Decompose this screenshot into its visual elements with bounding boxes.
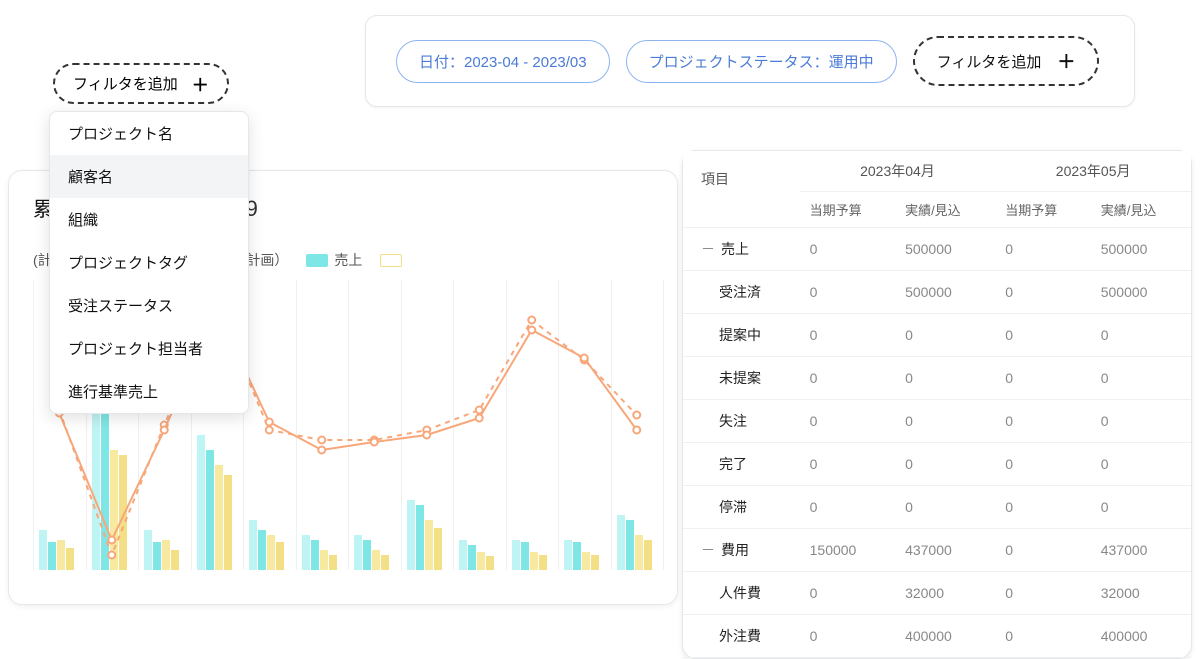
cell-value: 400000 bbox=[1091, 615, 1191, 658]
row-name[interactable]: －費用 bbox=[683, 529, 800, 572]
cell-value: 32000 bbox=[895, 572, 995, 615]
cell-value: 0 bbox=[995, 400, 1090, 443]
row-name: 提案中 bbox=[683, 314, 800, 357]
cell-value: 150000 bbox=[800, 529, 895, 572]
cell-value: 0 bbox=[800, 314, 895, 357]
cell-value: 437000 bbox=[1091, 529, 1191, 572]
row-name: 人件費 bbox=[683, 572, 800, 615]
filter-option[interactable]: プロジェクト名 bbox=[50, 112, 248, 155]
cell-value: 0 bbox=[800, 228, 895, 271]
cell-value: 0 bbox=[1091, 400, 1191, 443]
add-filter-label: フィルタを追加 bbox=[937, 51, 1042, 72]
cell-value: 0 bbox=[1091, 314, 1191, 357]
cell-value: 0 bbox=[1091, 486, 1191, 529]
cell-value: 500000 bbox=[895, 271, 995, 314]
filter-option[interactable]: 組織 bbox=[50, 198, 248, 241]
legend-sales: 売上 bbox=[306, 250, 362, 270]
cell-value: 0 bbox=[995, 271, 1090, 314]
cell-value: 0 bbox=[800, 400, 895, 443]
cell-value: 500000 bbox=[1091, 271, 1191, 314]
filter-option[interactable]: 顧客名 bbox=[50, 155, 248, 198]
row-name: 外注費 bbox=[683, 615, 800, 658]
cell-value: 0 bbox=[995, 314, 1090, 357]
plus-icon: ＋ bbox=[192, 71, 209, 96]
cell-value: 0 bbox=[995, 529, 1090, 572]
cell-value: 0 bbox=[895, 486, 995, 529]
col-item: 項目 bbox=[683, 151, 800, 228]
status-filter-chip[interactable]: プロジェクトステータス：運用中 bbox=[626, 40, 897, 83]
collapse-icon[interactable]: － bbox=[701, 540, 715, 560]
filter-option[interactable]: プロジェクト担当者 bbox=[50, 327, 248, 370]
subcol: 実績/見込 bbox=[895, 192, 995, 228]
cell-value: 0 bbox=[800, 486, 895, 529]
row-name[interactable]: －売上 bbox=[683, 228, 800, 271]
cell-value: 0 bbox=[995, 615, 1090, 658]
cell-value: 0 bbox=[895, 314, 995, 357]
filter-option[interactable]: 受注ステータス bbox=[50, 284, 248, 327]
subcol: 実績/見込 bbox=[1091, 192, 1191, 228]
row-name: 失注 bbox=[683, 400, 800, 443]
cell-value: 0 bbox=[995, 228, 1090, 271]
add-filter-small-label: フィルタを追加 bbox=[73, 73, 178, 94]
filter-option[interactable]: プロジェクトタグ bbox=[50, 241, 248, 284]
table-row: 完了0000 bbox=[683, 443, 1191, 486]
cell-value: 0 bbox=[800, 271, 895, 314]
row-name: 未提案 bbox=[683, 357, 800, 400]
table-row: －費用1500004370000437000 bbox=[683, 529, 1191, 572]
cell-value: 0 bbox=[895, 357, 995, 400]
cell-value: 0 bbox=[995, 443, 1090, 486]
cell-value: 437000 bbox=[895, 529, 995, 572]
row-name: 受注済 bbox=[683, 271, 800, 314]
cell-value: 500000 bbox=[1091, 228, 1191, 271]
cell-value: 0 bbox=[895, 400, 995, 443]
row-name: 完了 bbox=[683, 443, 800, 486]
cell-value: 0 bbox=[895, 443, 995, 486]
subcol: 当期予算 bbox=[800, 192, 895, 228]
cell-value: 400000 bbox=[895, 615, 995, 658]
filter-option[interactable]: 進行基準売上 bbox=[50, 370, 248, 413]
date-filter-chip[interactable]: 日付：2023-04 - 2023/03 bbox=[396, 40, 610, 83]
col-month-1: 2023年04月 bbox=[800, 151, 996, 192]
table-row: 停滞0000 bbox=[683, 486, 1191, 529]
table-row: 失注0000 bbox=[683, 400, 1191, 443]
filter-dropdown: プロジェクト名顧客名組織プロジェクトタグ受注ステータスプロジェクト担当者進行基準… bbox=[49, 111, 249, 414]
cell-value: 0 bbox=[800, 443, 895, 486]
table-row: －売上05000000500000 bbox=[683, 228, 1191, 271]
collapse-icon[interactable]: － bbox=[701, 239, 715, 259]
row-name: 停滞 bbox=[683, 486, 800, 529]
cell-value: 32000 bbox=[1091, 572, 1191, 615]
add-filter-small-wrapper: フィルタを追加 ＋ プロジェクト名顧客名組織プロジェクトタグ受注ステータスプロジ… bbox=[53, 63, 229, 104]
add-filter-button[interactable]: フィルタを追加 ＋ bbox=[913, 36, 1100, 86]
cell-value: 0 bbox=[800, 615, 895, 658]
cell-value: 0 bbox=[800, 357, 895, 400]
table-row: 人件費032000032000 bbox=[683, 572, 1191, 615]
table-row: 受注済05000000500000 bbox=[683, 271, 1191, 314]
cell-value: 0 bbox=[800, 572, 895, 615]
cell-value: 0 bbox=[995, 572, 1090, 615]
table-row: 未提案0000 bbox=[683, 357, 1191, 400]
cell-value: 0 bbox=[995, 486, 1090, 529]
add-filter-small-button[interactable]: フィルタを追加 ＋ bbox=[53, 63, 229, 104]
legend-yellow bbox=[380, 254, 402, 267]
cell-value: 500000 bbox=[895, 228, 995, 271]
plus-icon: ＋ bbox=[1057, 48, 1075, 74]
legend-swatch bbox=[380, 254, 402, 267]
subcol: 当期予算 bbox=[995, 192, 1090, 228]
table-card: 項目 2023年04月 2023年05月 当期予算 実績/見込 当期予算 実績/… bbox=[682, 150, 1192, 659]
table-row: 外注費04000000400000 bbox=[683, 615, 1191, 658]
col-month-2: 2023年05月 bbox=[995, 151, 1191, 192]
table-row: 提案中0000 bbox=[683, 314, 1191, 357]
legend-swatch bbox=[306, 254, 328, 267]
cell-value: 0 bbox=[995, 357, 1090, 400]
cell-value: 0 bbox=[1091, 357, 1191, 400]
filter-bar: 日付：2023-04 - 2023/03 プロジェクトステータス：運用中 フィル… bbox=[365, 15, 1135, 107]
data-table: 項目 2023年04月 2023年05月 当期予算 実績/見込 当期予算 実績/… bbox=[683, 151, 1191, 658]
cell-value: 0 bbox=[1091, 443, 1191, 486]
